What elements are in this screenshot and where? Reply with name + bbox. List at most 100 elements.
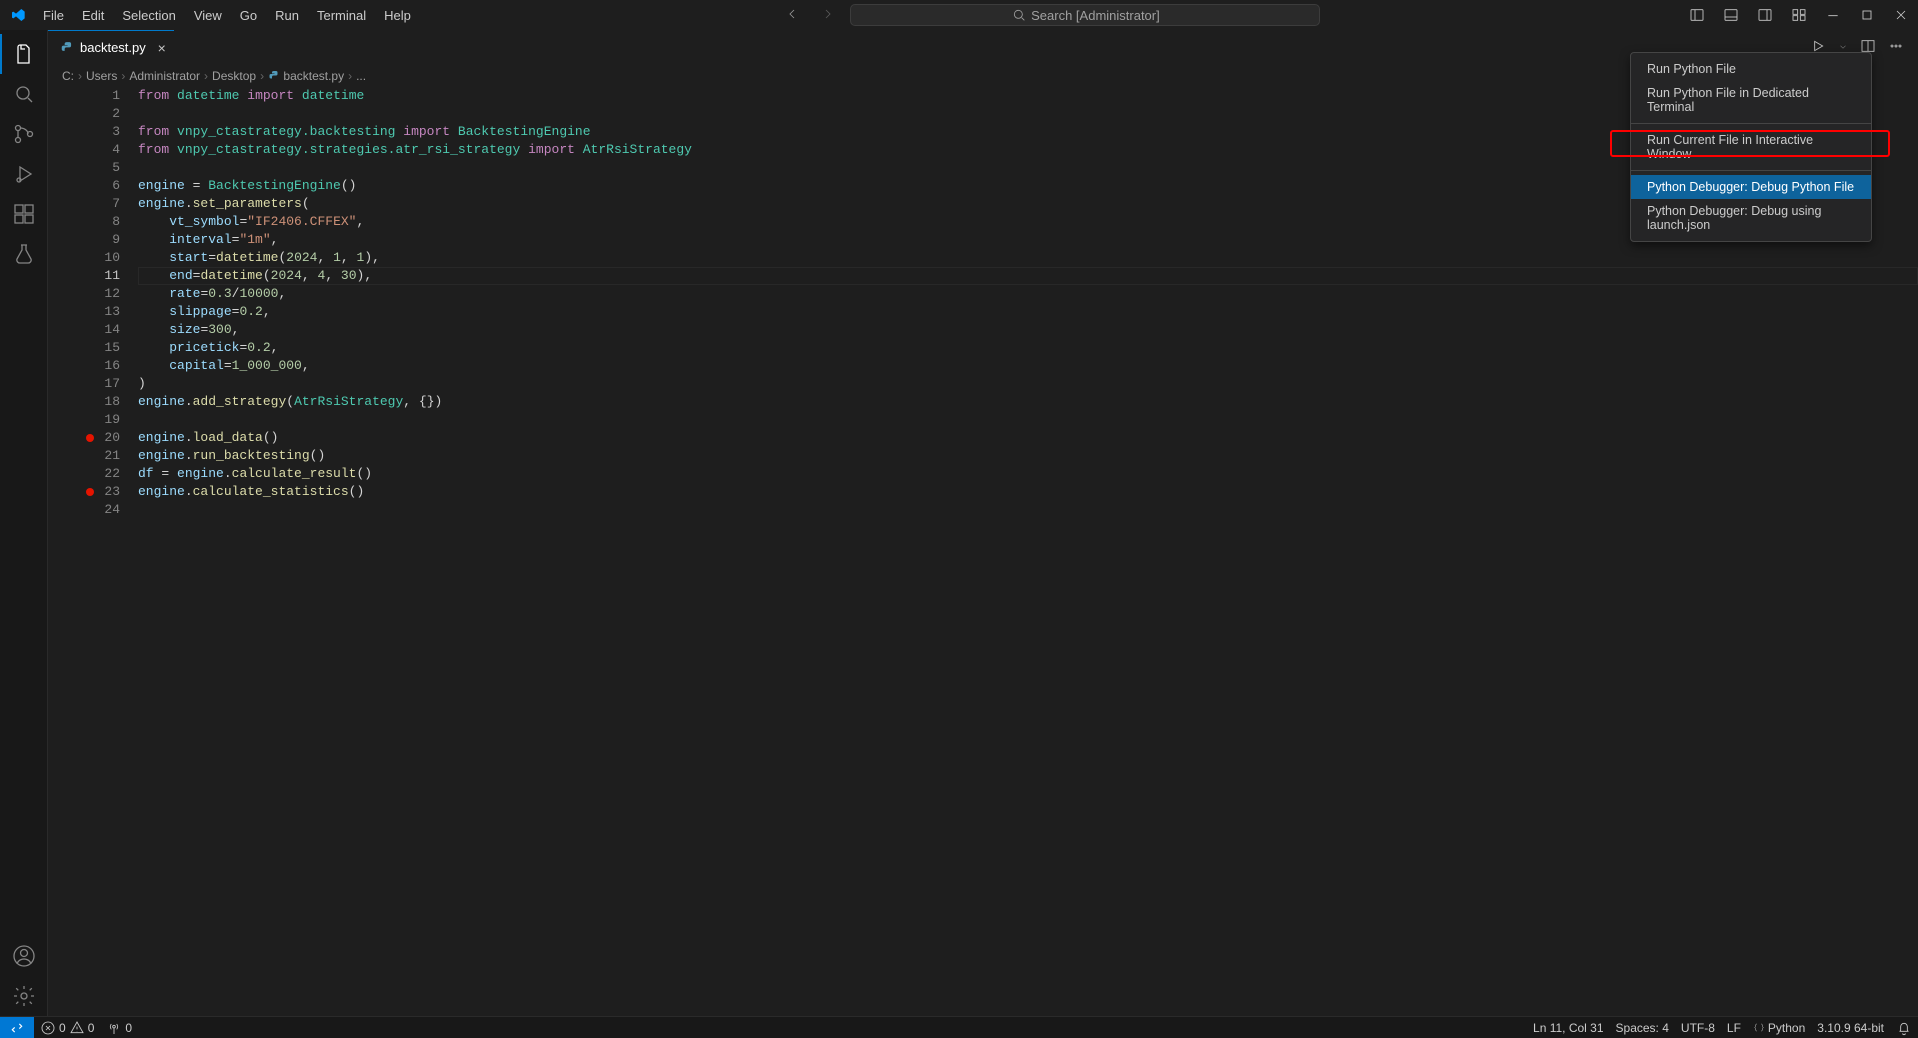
line-number[interactable]: 9 [48,231,138,249]
line-number[interactable]: 1 [48,87,138,105]
toggle-secondary-sidebar-button[interactable] [1748,0,1782,30]
menu-go[interactable]: Go [232,4,265,27]
line-number[interactable]: 20 [48,429,138,447]
line-number[interactable]: 17 [48,375,138,393]
window-close-button[interactable] [1884,0,1918,30]
line-number[interactable]: 11 [48,267,138,285]
eol-button[interactable]: LF [1721,1020,1747,1036]
command-center-search[interactable]: Search [Administrator] [850,4,1320,26]
code-line[interactable]: ) [138,375,1918,393]
more-actions-button[interactable] [1884,34,1908,61]
code-line[interactable]: engine.calculate_statistics() [138,483,1918,501]
breadcrumb-segment[interactable]: C: [62,69,74,83]
code-line[interactable]: end=datetime(2024, 4, 30), [138,267,1918,285]
run-dropdown-menu: Run Python FileRun Python File in Dedica… [1630,52,1872,242]
code-line[interactable]: slippage=0.2, [138,303,1918,321]
code-line[interactable]: engine.run_backtesting() [138,447,1918,465]
code-line[interactable]: start=datetime(2024, 1, 1), [138,249,1918,267]
window-minimize-button[interactable] [1816,0,1850,30]
problems-button[interactable]: 0 0 [34,1020,100,1036]
line-number[interactable]: 10 [48,249,138,267]
ports-button[interactable]: 0 [100,1020,138,1036]
code-line[interactable]: size=300, [138,321,1918,339]
line-number[interactable]: 8 [48,213,138,231]
code-line[interactable]: engine.add_strategy(AtrRsiStrategy, {}) [138,393,1918,411]
code-line[interactable]: df = engine.calculate_result() [138,465,1918,483]
menu-selection[interactable]: Selection [114,4,183,27]
menu-view[interactable]: View [186,4,230,27]
line-number[interactable]: 15 [48,339,138,357]
interpreter-button[interactable]: 3.10.9 64-bit [1811,1020,1890,1036]
language-mode-button[interactable]: Python [1747,1020,1811,1036]
editor-tab-backtest[interactable]: backtest.py × [48,30,174,64]
menu-separator [1631,123,1871,124]
toggle-primary-sidebar-button[interactable] [1680,0,1714,30]
code-line[interactable]: engine.load_data() [138,429,1918,447]
settings-button[interactable] [0,976,48,1016]
title-center: Search [Administrator] [419,3,1680,28]
menu-item[interactable]: Run Current File in Interactive Window [1631,128,1871,166]
toggle-panel-button[interactable] [1714,0,1748,30]
menu-terminal[interactable]: Terminal [309,4,374,27]
nav-forward-button[interactable] [814,3,842,28]
breadcrumb-sep: › [348,69,352,83]
code-line[interactable] [138,501,1918,519]
line-number[interactable]: 23 [48,483,138,501]
line-number[interactable]: 13 [48,303,138,321]
breadcrumb-segment[interactable]: Desktop [212,69,256,83]
encoding-button[interactable]: UTF-8 [1675,1020,1721,1036]
breadcrumb-segment[interactable]: Administrator [129,69,200,83]
cursor-position[interactable]: Ln 11, Col 31 [1527,1020,1610,1036]
code-line[interactable]: capital=1_000_000, [138,357,1918,375]
editor-tab-label: backtest.py [80,40,146,55]
run-debug-view-button[interactable] [0,154,48,194]
code-line[interactable]: pricetick=0.2, [138,339,1918,357]
title-right-controls [1680,0,1918,30]
code-line[interactable]: rate=0.3/10000, [138,285,1918,303]
indentation-button[interactable]: Spaces: 4 [1610,1020,1675,1036]
error-icon [40,1020,56,1036]
menu-file[interactable]: File [35,4,72,27]
extensions-view-button[interactable] [0,194,48,234]
line-number[interactable]: 19 [48,411,138,429]
line-number[interactable]: 24 [48,501,138,519]
menu-edit[interactable]: Edit [74,4,112,27]
menu-run[interactable]: Run [267,4,307,27]
search-icon [1011,7,1027,23]
explorer-view-button[interactable] [0,34,48,74]
line-number[interactable]: 22 [48,465,138,483]
line-number[interactable]: 7 [48,195,138,213]
close-tab-button[interactable]: × [158,40,166,56]
menu-item[interactable]: Run Python File in Dedicated Terminal [1631,81,1871,119]
customize-layout-button[interactable] [1782,0,1816,30]
breadcrumb-segment[interactable]: ... [356,69,366,83]
notifications-button[interactable] [1890,1020,1918,1036]
window-maximize-button[interactable] [1850,0,1884,30]
line-number[interactable]: 12 [48,285,138,303]
menu-help[interactable]: Help [376,4,419,27]
line-number[interactable]: 6 [48,177,138,195]
line-number[interactable]: 18 [48,393,138,411]
menu-item[interactable]: Run Python File [1631,57,1871,81]
menu-item[interactable]: Python Debugger: Debug Python File [1631,175,1871,199]
source-control-view-button[interactable] [0,114,48,154]
line-number[interactable]: 2 [48,105,138,123]
line-number[interactable]: 5 [48,159,138,177]
remote-button[interactable] [0,1017,34,1038]
breadcrumb-segment[interactable]: Users [86,69,117,83]
line-number[interactable]: 14 [48,321,138,339]
accounts-button[interactable] [0,936,48,976]
line-number[interactable]: 3 [48,123,138,141]
line-number[interactable]: 21 [48,447,138,465]
testing-view-button[interactable] [0,234,48,274]
search-view-button[interactable] [0,74,48,114]
menu-item[interactable]: Python Debugger: Debug using launch.json [1631,199,1871,237]
line-gutter[interactable]: 123456789101112131415161718192021222324 [48,87,138,519]
line-number[interactable]: 4 [48,141,138,159]
code-line[interactable] [138,411,1918,429]
breadcrumb-segment[interactable]: backtest.py [268,69,344,83]
breadcrumb-sep: › [121,69,125,83]
warnings-count: 0 [88,1021,95,1035]
line-number[interactable]: 16 [48,357,138,375]
nav-back-button[interactable] [778,3,806,28]
